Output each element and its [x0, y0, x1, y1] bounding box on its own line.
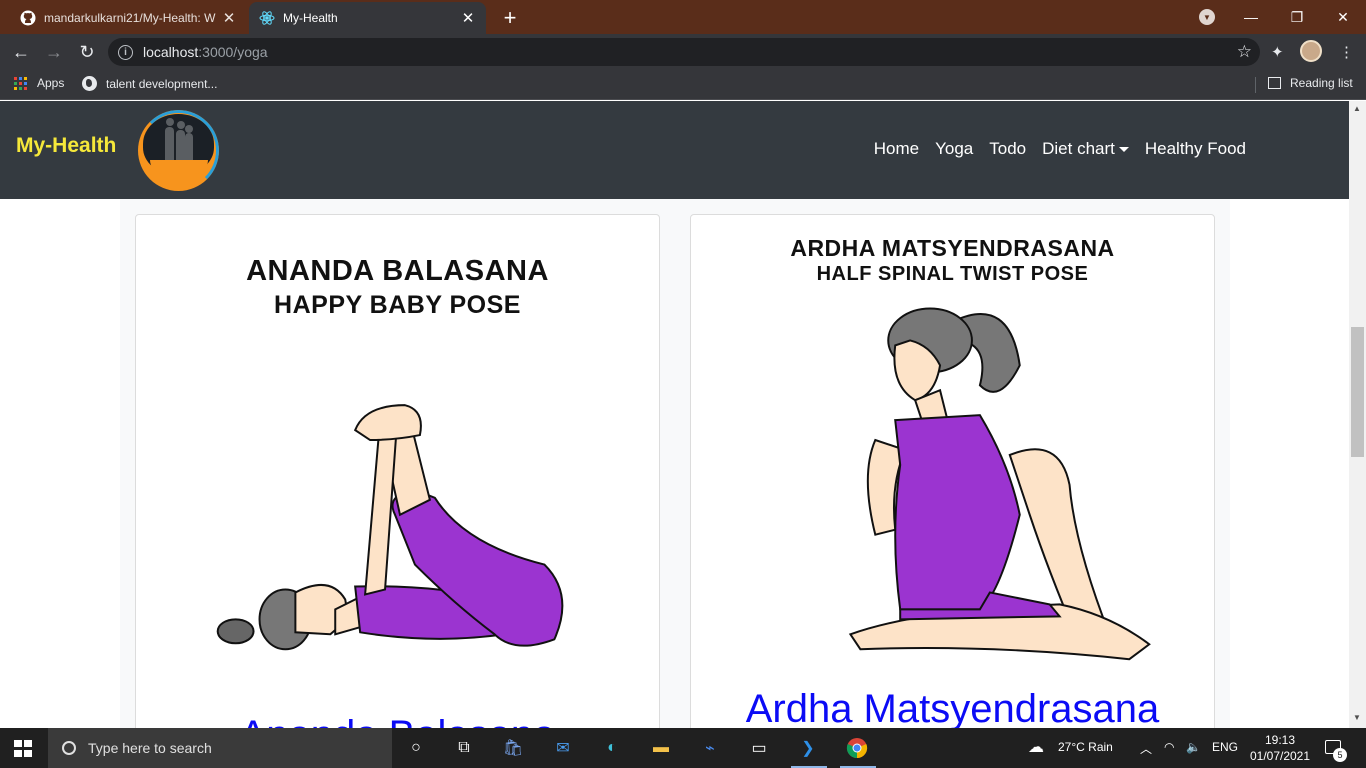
reload-icon[interactable]: ↻: [75, 40, 99, 64]
menu-icon[interactable]: ⋮: [1339, 43, 1354, 61]
nav-diet-chart-dropdown[interactable]: Diet chart: [1042, 139, 1129, 159]
powershell-icon[interactable]: ⌁: [698, 736, 722, 760]
url-path: :3000/yoga: [198, 44, 268, 60]
info-icon[interactable]: i: [118, 44, 133, 60]
mail-icon[interactable]: ✉: [551, 736, 575, 760]
reading-list-icon: [1268, 77, 1281, 89]
bookmarks-divider: [1255, 77, 1256, 93]
half-spinal-twist-pose-illustration: [848, 307, 1151, 661]
site-navbar: My-Health Home Yoga Todo Diet chart Heal…: [0, 101, 1349, 199]
notification-count-badge: 5: [1333, 748, 1347, 762]
nav-home[interactable]: Home: [874, 139, 919, 159]
scroll-down-icon[interactable]: ▼: [1353, 713, 1361, 722]
vscode-icon[interactable]: ❯: [796, 736, 820, 760]
taskbar-search-placeholder: Type here to search: [88, 740, 212, 756]
nav-yoga[interactable]: Yoga: [935, 139, 973, 159]
nav-healthy-food[interactable]: Healthy Food: [1145, 139, 1246, 159]
file-explorer-icon[interactable]: ▬: [649, 736, 673, 760]
volume-icon[interactable]: 🔈: [1186, 740, 1201, 754]
language-indicator[interactable]: ENG: [1212, 740, 1238, 754]
reading-list-label: Reading list: [1290, 76, 1353, 90]
clock-time: 19:13: [1264, 733, 1296, 747]
task-view-icon[interactable]: ⧉: [452, 736, 476, 760]
apps-grid-icon: [14, 76, 27, 90]
search-icon: [62, 741, 76, 755]
restore-icon[interactable]: ❐: [1274, 0, 1320, 34]
close-window-icon[interactable]: ✕: [1320, 0, 1366, 34]
tab-title: mandarkulkarni21/My-Health: W: [44, 11, 216, 25]
new-tab-button[interactable]: +: [498, 5, 522, 31]
bookmark-star-icon[interactable]: ☆: [1237, 42, 1252, 62]
browser-toolbar: ← → ↻ i localhost:3000/yoga ☆ ✦ ⋮: [0, 34, 1366, 70]
nav-todo[interactable]: Todo: [989, 139, 1026, 159]
forward-icon[interactable]: →: [42, 40, 66, 64]
system-clock[interactable]: 19:13 01/07/2021: [1248, 732, 1312, 764]
tab-my-health[interactable]: My-Health ✕: [249, 2, 486, 34]
tab-title: My-Health: [283, 11, 338, 25]
close-tab-icon[interactable]: ✕: [460, 9, 476, 27]
store-icon[interactable]: 🛍: [501, 736, 525, 760]
wifi-icon[interactable]: ◠: [1164, 740, 1174, 754]
bookmark-apps[interactable]: Apps: [14, 76, 64, 90]
tab-strip: mandarkulkarni21/My-Health: W ✕ My-Healt…: [0, 0, 1366, 34]
caret-down-icon: [1118, 147, 1129, 153]
weather-text[interactable]: 27°C Rain: [1058, 740, 1113, 754]
address-bar[interactable]: i localhost:3000/yoga ☆: [108, 38, 1260, 66]
close-tab-icon[interactable]: ✕: [221, 9, 237, 27]
bookmark-talent[interactable]: talent development...: [82, 76, 217, 91]
windows-taskbar: Type here to search ○ ⧉ 🛍 ✉ ◐ ▬ ⌁ ▭ ❯ ☁ …: [0, 728, 1366, 768]
windows-start-icon[interactable]: [14, 740, 32, 757]
card-title[interactable]: Ananda Balasana: [136, 713, 659, 728]
nav-diet-chart-label: Diet chart: [1042, 139, 1115, 158]
taskbar-search-box[interactable]: Type here to search: [48, 728, 392, 768]
terminal-icon[interactable]: ▭: [747, 736, 771, 760]
bookmark-label: talent development...: [106, 76, 218, 91]
nav-links: Home Yoga Todo Diet chart Healthy Food: [874, 139, 1246, 159]
react-icon: [259, 10, 275, 26]
show-hidden-icons[interactable]: ︿: [1140, 740, 1152, 757]
url-host: localhost: [143, 44, 199, 60]
profile-avatar[interactable]: [1300, 40, 1322, 62]
yoga-card-ardha-matsyendrasana[interactable]: ARDHA MATSYENDRASANA HALF SPINAL TWIST P…: [690, 214, 1215, 728]
globe-icon: [82, 76, 97, 91]
yoga-card-ananda-balasana[interactable]: ANANDA BALASANA HAPPY BABY POSE Ananda B…: [135, 214, 660, 728]
scrollbar-thumb[interactable]: [1351, 327, 1364, 457]
weather-icon[interactable]: ☁: [1028, 737, 1044, 757]
github-icon: [20, 10, 36, 26]
web-page: My-Health Home Yoga Todo Diet chart Heal…: [0, 101, 1349, 728]
happy-baby-pose-illustration: [216, 404, 564, 651]
bookmarks-bar: Apps talent development... Reading list: [0, 70, 1366, 100]
extensions-icon[interactable]: ✦: [1271, 43, 1284, 61]
reading-list-button[interactable]: Reading list: [1268, 76, 1353, 90]
brand-logo[interactable]: [138, 110, 219, 191]
tab-github[interactable]: mandarkulkarni21/My-Health: W ✕: [10, 2, 247, 34]
edge-icon[interactable]: ◐: [600, 736, 624, 760]
minimize-icon[interactable]: —: [1228, 0, 1274, 34]
back-icon[interactable]: ←: [9, 40, 33, 64]
cortana-icon[interactable]: ○: [404, 736, 428, 760]
tab-search-icon[interactable]: ▼: [1199, 9, 1215, 25]
chrome-icon[interactable]: [845, 736, 869, 760]
scroll-up-icon[interactable]: ▲: [1353, 104, 1361, 113]
clock-date: 01/07/2021: [1249, 749, 1311, 763]
card-title[interactable]: Ardha Matsyendrasana: [691, 687, 1214, 728]
bookmark-label: Apps: [37, 76, 65, 90]
brand-name[interactable]: My-Health: [16, 134, 116, 158]
